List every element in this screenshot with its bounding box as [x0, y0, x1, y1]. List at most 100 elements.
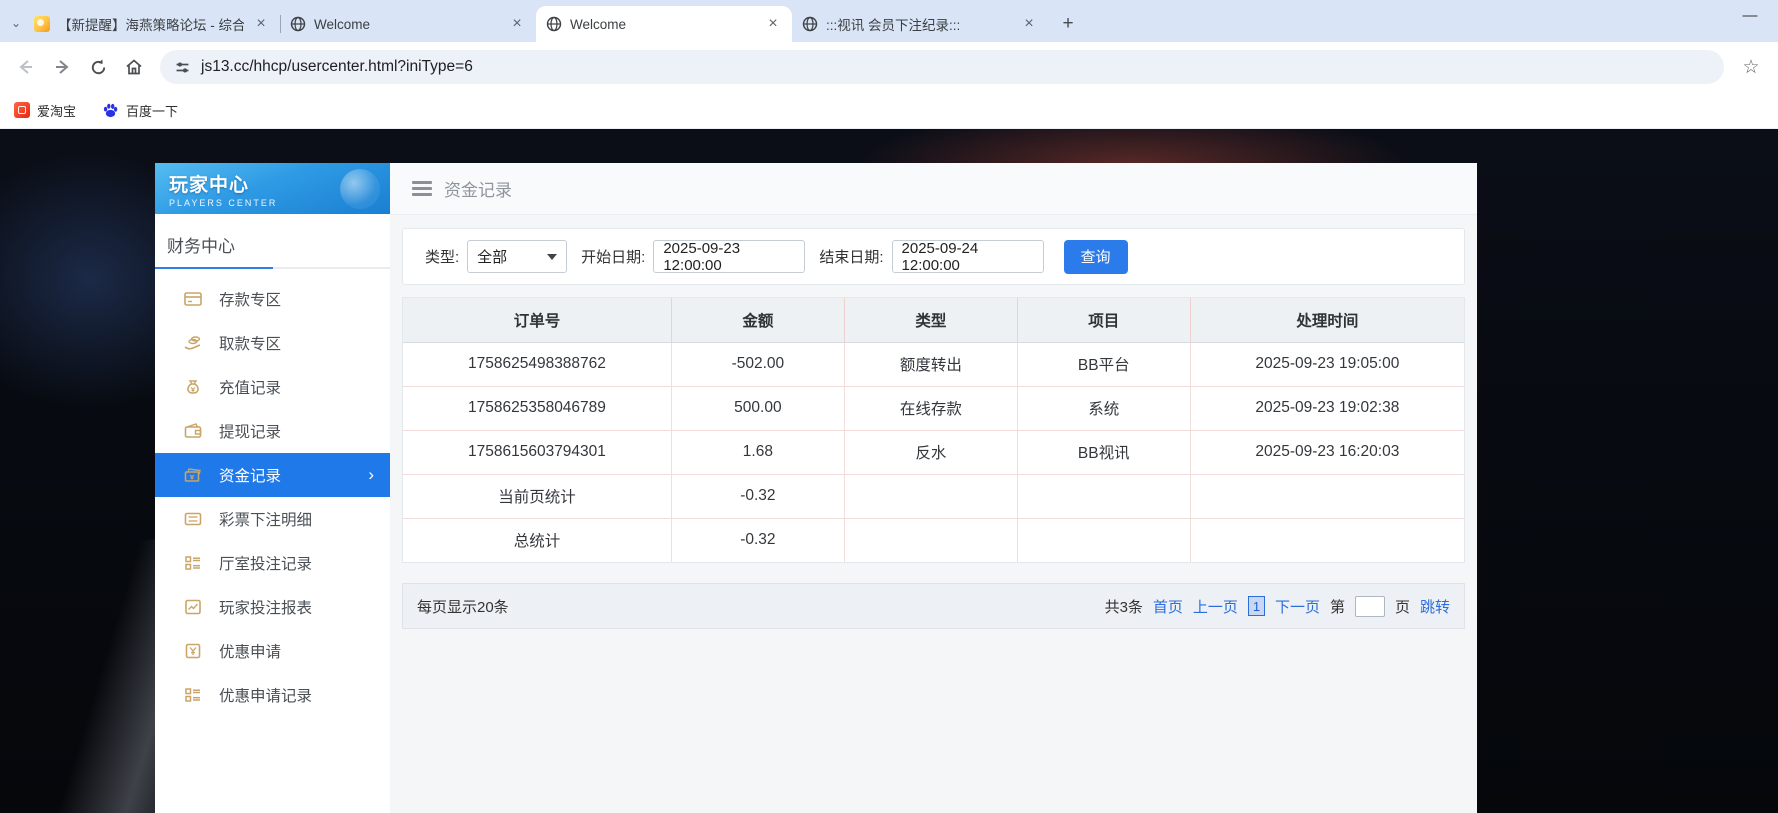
table-row: 1758625498388762 -502.00 额度转出 BB平台 2025-… [403, 341, 1464, 386]
cell-project: BB视讯 [1016, 429, 1191, 474]
back-button[interactable] [10, 51, 42, 83]
browser-tab-strip: ⌄ 【新提醒】海燕策略论坛 - 综合 × Welcome × Welcome ×… [0, 0, 1778, 42]
funds-table: 订单号 金额 类型 项目 处理时间 1758625498388762 -502.… [403, 298, 1464, 562]
sidebar-item-player-bet-report[interactable]: 玩家投注报表 [155, 585, 390, 629]
next-page-link[interactable]: 下一页 [1275, 596, 1320, 617]
tab-close-icon[interactable]: × [508, 15, 526, 33]
cell-label: 总统计 [403, 517, 672, 562]
sidebar-subtitle: PLAYERS CENTER [169, 198, 278, 208]
jump-button[interactable]: 跳转 [1420, 596, 1450, 617]
table-header-row: 订单号 金额 类型 项目 处理时间 [403, 298, 1464, 343]
bookmark-star-icon[interactable]: ☆ [1734, 50, 1768, 84]
page-jump-input[interactable] [1354, 595, 1385, 617]
sidebar-item-deposit-zone[interactable]: 存款专区 [155, 277, 390, 321]
report-chart-icon [185, 599, 201, 615]
page-background: 玩家中心 PLAYERS CENTER 财务中心 存款专区 取款专区 充值记录 … [0, 129, 1778, 813]
bookmark-label: 爱淘宝 [37, 103, 77, 119]
home-button[interactable] [118, 51, 150, 83]
tab-title: Welcome [570, 16, 627, 32]
tab-close-icon[interactable]: × [252, 15, 270, 33]
browser-tab-forum[interactable]: 【新提醒】海燕策略论坛 - 综合 × [24, 6, 281, 42]
sidebar-item-lottery-bet-details[interactable]: 彩票下注明细 [155, 497, 390, 541]
sidebar-header: 玩家中心 PLAYERS CENTER [155, 163, 390, 214]
tab-close-icon[interactable]: × [764, 15, 782, 33]
tab-title: :::视讯 会员下注纪录::: [826, 18, 961, 33]
sidebar-item-promo-apply[interactable]: 优惠申请 [155, 629, 390, 673]
cell-process-time: 2025-09-23 16:20:03 [1189, 429, 1464, 474]
end-date-input[interactable]: 2025-09-24 12:00:00 [891, 239, 1044, 274]
sidebar-item-label: 厅室投注记录 [219, 556, 313, 573]
globe-favicon-icon [802, 16, 818, 32]
table-row: 1758615603794301 1.68 反水 BB视讯 2025-09-23… [403, 429, 1464, 474]
cell-type: 在线存款 [843, 385, 1018, 430]
tab-title: Welcome [314, 16, 371, 32]
tab-search-chevron-icon[interactable]: ⌄ [8, 8, 24, 38]
cell-order-id: 1758625358046789 [403, 385, 672, 430]
sidebar-item-withdrawal-records[interactable]: 提现记录 [155, 409, 390, 453]
grid-list-icon [185, 556, 200, 570]
col-process-time: 处理时间 [1189, 298, 1464, 343]
table-row: 1758625358046789 500.00 在线存款 系统 2025-09-… [403, 385, 1464, 430]
end-date-value: 2025-09-24 12:00:00 [901, 239, 979, 274]
sidebar-item-label: 优惠申请记录 [219, 688, 313, 705]
site-info-icon[interactable] [174, 59, 191, 76]
type-select[interactable]: 全部 [467, 240, 568, 273]
wallet-icon [184, 423, 202, 438]
per-page-text: 每页显示20条 [417, 598, 509, 616]
coupon-icon [185, 643, 201, 659]
browser-toolbar: js13.cc/hhcp/usercenter.html?iniType=6 ☆ [0, 42, 1778, 92]
cell-amount: -0.32 [670, 517, 845, 562]
sidebar-item-withdraw-zone[interactable]: 取款专区 [155, 321, 390, 365]
sidebar-item-label: 取款专区 [219, 336, 282, 353]
start-date-value: 2025-09-23 12:00:00 [663, 239, 741, 274]
start-date-input[interactable]: 2025-09-23 12:00:00 [653, 239, 806, 274]
menu-toggle-icon[interactable] [412, 181, 432, 196]
bookmark-label: 百度一下 [126, 103, 179, 119]
sidebar-item-label: 优惠申请 [219, 644, 282, 661]
search-button[interactable]: 查询 [1063, 239, 1128, 274]
deposit-card-icon [184, 292, 202, 306]
sidebar-title: 玩家中心 [169, 175, 250, 196]
prev-page-link[interactable]: 上一页 [1193, 596, 1238, 617]
tab-close-icon[interactable]: × [1020, 15, 1038, 33]
finance-center-heading: 财务中心 [167, 237, 235, 256]
start-date-label: 开始日期: [581, 249, 646, 266]
table-row-grand-total: 总统计 -0.32 [403, 517, 1464, 562]
sidebar-item-label: 存款专区 [219, 292, 282, 309]
cell-order-id: 1758625498388762 [403, 341, 672, 386]
sidebar-item-promo-apply-records[interactable]: 优惠申请记录 [155, 673, 390, 717]
bookmark-aitaobao[interactable]: 爱淘宝 [14, 101, 76, 120]
new-tab-button[interactable]: + [1054, 10, 1082, 38]
first-page-link[interactable]: 首页 [1153, 596, 1183, 617]
col-project: 项目 [1016, 298, 1191, 343]
address-bar[interactable]: js13.cc/hhcp/usercenter.html?iniType=6 [160, 50, 1724, 84]
bookmark-baidu[interactable]: 百度一下 [102, 101, 178, 120]
end-date-label: 结束日期: [819, 249, 884, 266]
sidebar-item-hall-bet-records[interactable]: 厅室投注记录 [155, 541, 390, 585]
sidebar-item-funds-records[interactable]: 资金记录 › [155, 453, 390, 497]
cell-project: 系统 [1016, 385, 1191, 430]
browser-tab-video-records[interactable]: :::视讯 会员下注纪录::: × [792, 6, 1048, 42]
url-text: js13.cc/hhcp/usercenter.html?iniType=6 [201, 58, 473, 75]
money-bag-icon [187, 380, 199, 394]
cell-process-time: 2025-09-23 19:05:00 [1189, 341, 1464, 386]
table-row-page-total: 当前页统计 -0.32 [403, 473, 1464, 518]
sidebar-item-recharge-records[interactable]: 充值记录 [155, 365, 390, 409]
jump-suffix-text: 页 [1394, 598, 1410, 616]
section-divider [155, 267, 390, 269]
cell-amount: -0.32 [670, 473, 845, 518]
window-controls: — [1730, 0, 1770, 42]
list-detail-icon [184, 512, 202, 526]
cell-project: BB平台 [1016, 341, 1191, 386]
sidebar-item-label: 充值记录 [219, 380, 282, 397]
browser-tab-welcome-active[interactable]: Welcome × [536, 6, 792, 42]
chevron-right-icon: › [368, 465, 374, 484]
main-content: 资金记录 类型: 全部 开始日期: 2025-09-23 12:00:00 结束… [390, 163, 1477, 813]
current-page-indicator[interactable]: 1 [1247, 596, 1265, 616]
window-minimize-button[interactable]: — [1730, 7, 1770, 36]
total-count-text: 共3条 [1104, 598, 1143, 616]
reload-button[interactable] [82, 51, 114, 83]
globe-favicon-icon [546, 16, 562, 32]
browser-tab-welcome-1[interactable]: Welcome × [280, 6, 537, 42]
forward-button[interactable] [46, 51, 78, 83]
